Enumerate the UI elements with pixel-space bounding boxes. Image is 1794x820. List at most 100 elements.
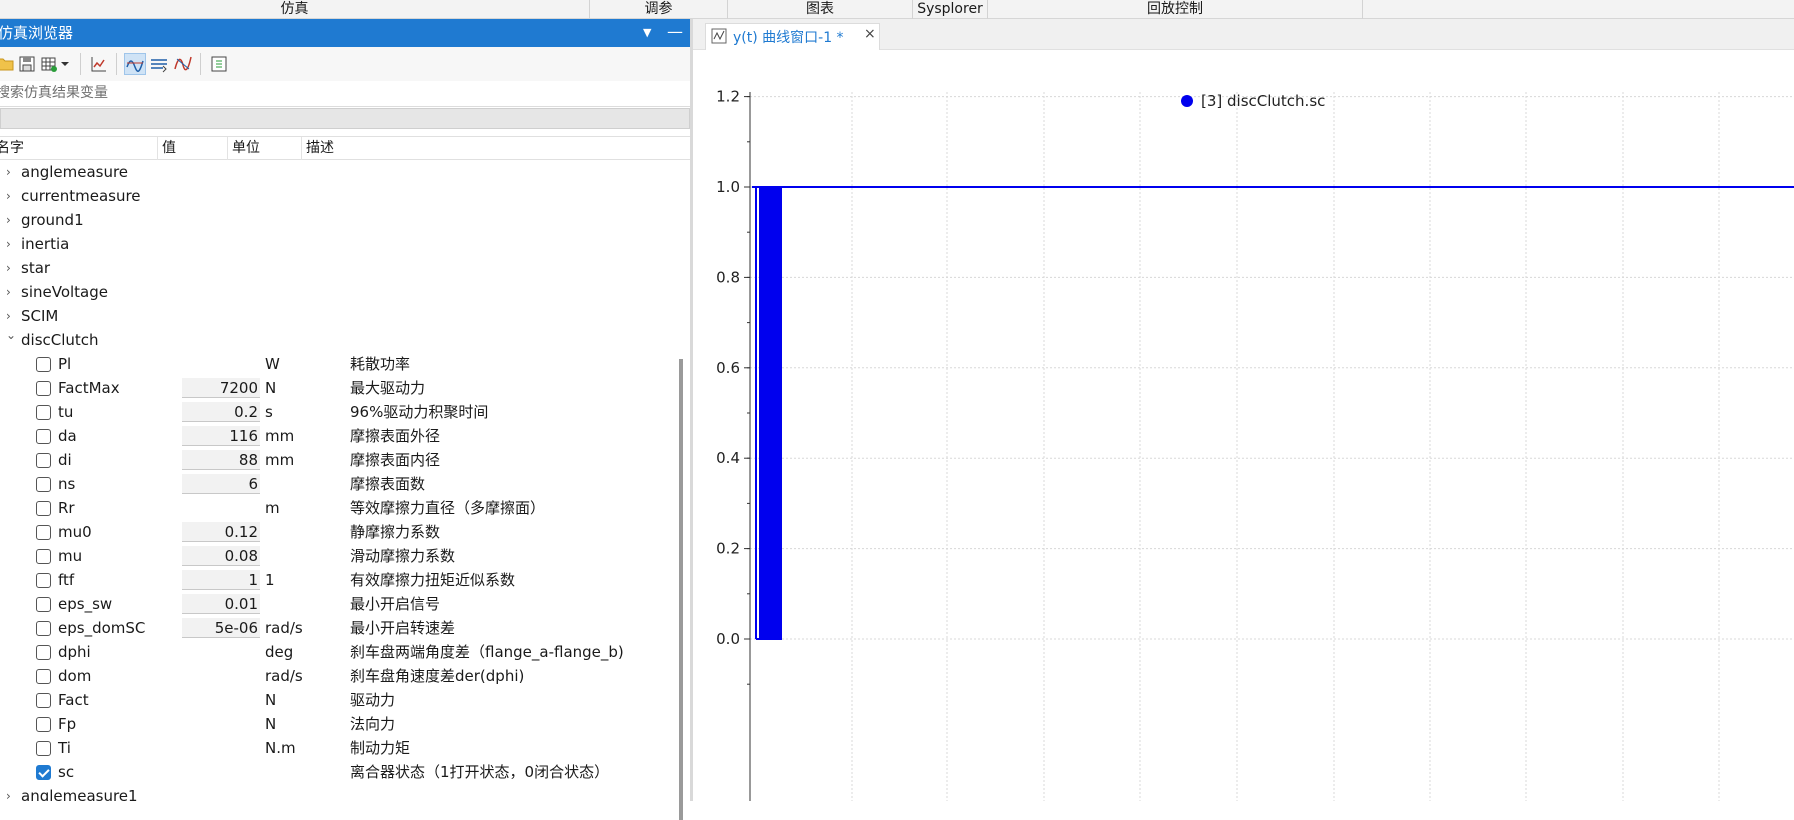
chevron-down-icon[interactable] — [58, 53, 72, 75]
param-row[interactable]: FactMax 7200 N 最大驱动力 — [0, 376, 678, 400]
plot-checkbox[interactable] — [36, 357, 51, 372]
plot-checkbox[interactable] — [36, 381, 51, 396]
plot-checkbox[interactable] — [36, 765, 51, 780]
param-value-field[interactable]: 0.2 — [182, 402, 260, 422]
column-unit[interactable]: 单位 — [228, 137, 302, 160]
param-value-field[interactable]: 88 — [182, 450, 260, 470]
chevron-right-icon[interactable]: › — [6, 184, 16, 208]
param-row[interactable]: eps_domSC 5e-06 rad/s 最小开启转速差 — [0, 616, 678, 640]
param-row[interactable]: mu0 0.12 静摩擦力系数 — [0, 520, 678, 544]
variable-search-input[interactable] — [0, 81, 676, 105]
save-icon[interactable] — [16, 53, 38, 75]
column-name[interactable]: 名字 — [0, 137, 158, 160]
list-mode-icon[interactable] — [148, 53, 170, 75]
param-value-field[interactable]: 116 — [182, 426, 260, 446]
param-name: FactMax — [58, 379, 120, 397]
plot-checkbox[interactable] — [36, 645, 51, 660]
param-value-field[interactable]: 0.12 — [182, 522, 260, 542]
param-row[interactable]: Pl W 耗散功率 — [0, 352, 678, 376]
param-value-field[interactable]: 7200 — [182, 378, 260, 398]
param-row[interactable]: dom rad/s 刹车盘角速度差der(dphi) — [0, 664, 678, 688]
plot-checkbox[interactable] — [36, 621, 51, 636]
ribbon-tab-sysplorer[interactable]: Sysplorer — [913, 0, 988, 19]
param-row[interactable]: Fp N 法向力 — [0, 712, 678, 736]
panel-minimize-icon[interactable]: — — [667, 18, 683, 46]
open-folder-icon[interactable] — [0, 53, 16, 75]
plot-checkbox[interactable] — [36, 477, 51, 492]
tree-group-row[interactable]: › anglemeasure1 — [0, 784, 678, 801]
tree-group-row[interactable]: › currentmeasure — [0, 184, 678, 208]
column-description[interactable]: 描述 — [302, 137, 678, 160]
tree-group-row[interactable]: › anglemeasure — [0, 160, 678, 184]
param-value-field[interactable]: 5e-06 — [182, 618, 260, 638]
param-unit: rad/s — [265, 667, 303, 685]
column-value[interactable]: 值 — [158, 137, 228, 160]
param-value-field[interactable]: 0.01 — [182, 594, 260, 614]
param-name: Pl — [58, 355, 72, 373]
curve-plot[interactable]: 1.2 1.0 0.8 0.6 0.4 0.2 0.0 [3] discClutch.sc — [693, 50, 1794, 801]
chevron-right-icon[interactable]: › — [6, 160, 16, 184]
ribbon-tab-chart[interactable]: 图表 — [728, 0, 913, 19]
chevron-right-icon[interactable]: › — [6, 256, 16, 280]
table-export-icon[interactable] — [38, 53, 60, 75]
param-value-field[interactable]: 6 — [182, 474, 260, 494]
ribbon-tab-sim[interactable]: 仿真 — [0, 0, 590, 19]
param-row[interactable]: di 88 mm 摩擦表面内径 — [0, 448, 678, 472]
plot-checkbox[interactable] — [36, 741, 51, 756]
param-row[interactable]: ftf 1 1 有效摩擦力扭矩近似系数 — [0, 568, 678, 592]
chart-svg: 1.2 1.0 0.8 0.6 0.4 0.2 0.0 [3] discClutch.sc — [716, 88, 1794, 801]
tree-group-row[interactable]: › sineVoltage — [0, 280, 678, 304]
chevron-down-icon[interactable]: ⌄ — [6, 323, 16, 347]
param-row[interactable]: Fact N 驱动力 — [0, 688, 678, 712]
panel-dropdown-icon[interactable]: ▼ — [643, 19, 651, 47]
plot-checkbox[interactable] — [36, 453, 51, 468]
derivative-curve-icon[interactable] — [172, 53, 194, 75]
param-row[interactable]: sc 离合器状态（1打开状态，0闭合状态） — [0, 760, 678, 784]
param-unit: mm — [265, 427, 295, 445]
plot-checkbox[interactable] — [36, 501, 51, 516]
tree-group-row[interactable]: › ground1 — [0, 208, 678, 232]
ribbon-tab-tune[interactable]: 调参 — [590, 0, 728, 19]
param-name: sc — [58, 763, 75, 781]
param-row[interactable]: tu 0.2 s 96%驱动力积聚时间 — [0, 400, 678, 424]
tree-group-row[interactable]: ⌄ discClutch — [0, 328, 678, 352]
tree-group-row[interactable]: › SCIM — [0, 304, 678, 328]
plot-checkbox[interactable] — [36, 693, 51, 708]
y-tick-label: 0.0 — [716, 630, 740, 648]
collapse-all-icon[interactable] — [208, 53, 230, 75]
tree-group-name: discClutch — [21, 331, 99, 349]
ribbon-tab-replay[interactable]: 回放控制 — [988, 0, 1363, 19]
chevron-right-icon[interactable]: › — [6, 280, 16, 304]
plot-area: y(t) 曲线窗口-1 * × 1.2 1.0 0.8 0.6 0.4 0.2 0.0 [3]… — [693, 19, 1794, 801]
tree-group-row[interactable]: › star — [0, 256, 678, 280]
plot-checkbox[interactable] — [36, 717, 51, 732]
plot-checkbox[interactable] — [36, 597, 51, 612]
tree-scrollbar[interactable] — [679, 359, 683, 820]
plot-checkbox[interactable] — [36, 525, 51, 540]
param-row[interactable]: eps_sw 0.01 最小开启信号 — [0, 592, 678, 616]
plot-checkbox[interactable] — [36, 429, 51, 444]
plot-checkbox[interactable] — [36, 549, 51, 564]
param-unit: rad/s — [265, 619, 303, 637]
param-row[interactable]: Ti N.m 制动力矩 — [0, 736, 678, 760]
param-value-field[interactable]: 0.08 — [182, 546, 260, 566]
param-description: 摩擦表面数 — [350, 475, 426, 493]
param-row[interactable]: mu 0.08 滑动摩擦力系数 — [0, 544, 678, 568]
close-icon[interactable]: × — [864, 26, 876, 42]
chevron-right-icon[interactable]: › — [6, 784, 16, 801]
param-row[interactable]: Rr m 等效摩擦力直径（多摩擦面） — [0, 496, 678, 520]
plot-checkbox[interactable] — [36, 573, 51, 588]
plot-window-tab[interactable]: y(t) 曲线窗口-1 * × — [705, 23, 880, 50]
param-row[interactable]: ns 6 摩擦表面数 — [0, 472, 678, 496]
plot-checkbox[interactable] — [36, 669, 51, 684]
param-name: dphi — [58, 643, 91, 661]
plot-new-icon[interactable] — [88, 53, 110, 75]
param-row[interactable]: dphi deg 刹车盘两端角度差（flange_a-flange_b) — [0, 640, 678, 664]
param-value-field[interactable]: 1 — [182, 570, 260, 590]
curve-mode-icon[interactable] — [124, 53, 146, 75]
tree-group-row[interactable]: › inertia — [0, 232, 678, 256]
chevron-right-icon[interactable]: › — [6, 208, 16, 232]
param-row[interactable]: da 116 mm 摩擦表面外径 — [0, 424, 678, 448]
chevron-right-icon[interactable]: › — [6, 232, 16, 256]
plot-checkbox[interactable] — [36, 405, 51, 420]
